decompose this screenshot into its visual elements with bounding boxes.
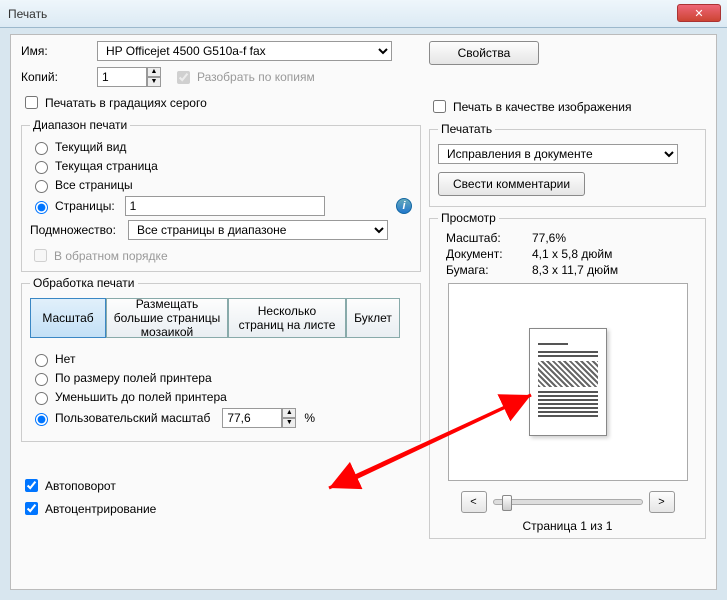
copies-input[interactable] bbox=[97, 67, 147, 87]
printwhat-group: Печатать Исправления в документе Свести … bbox=[429, 122, 706, 207]
grayscale-check[interactable] bbox=[25, 96, 38, 109]
subset-select[interactable]: Все страницы в диапазоне bbox=[128, 220, 388, 240]
autocenter-check[interactable] bbox=[25, 502, 38, 515]
collate-check: Разобрать по копиям bbox=[173, 68, 315, 87]
page-slider[interactable] bbox=[493, 499, 643, 505]
prev-page-button[interactable]: < bbox=[461, 491, 487, 513]
radio-scale-custom[interactable] bbox=[35, 413, 48, 426]
name-label: Имя: bbox=[21, 44, 91, 58]
preview-area bbox=[448, 283, 688, 481]
tab-multi[interactable]: Несколько страниц на листе bbox=[228, 298, 346, 338]
pages-input[interactable] bbox=[125, 196, 325, 216]
range-legend: Диапазон печати bbox=[30, 118, 130, 132]
tab-scale[interactable]: Масштаб bbox=[30, 298, 106, 338]
autorotate-check[interactable] bbox=[25, 479, 38, 492]
scale-up[interactable]: ▲ bbox=[282, 408, 296, 418]
subset-label: Подмножество: bbox=[30, 223, 122, 237]
page-thumbnail bbox=[529, 328, 607, 436]
grayscale-label: Печатать в градациях серого bbox=[45, 96, 207, 110]
radio-scale-none[interactable] bbox=[35, 354, 48, 367]
copies-label: Копий: bbox=[21, 70, 91, 84]
reverse-check bbox=[34, 249, 47, 262]
radio-current-page[interactable] bbox=[35, 161, 48, 174]
custom-scale-input[interactable] bbox=[222, 408, 282, 428]
handling-legend: Обработка печати bbox=[30, 276, 138, 290]
radio-pages[interactable] bbox=[35, 201, 48, 214]
properties-button[interactable]: Свойства bbox=[429, 41, 539, 65]
info-icon[interactable]: i bbox=[396, 198, 412, 214]
preview-legend: Просмотр bbox=[438, 211, 499, 225]
printwhat-legend: Печатать bbox=[438, 122, 495, 136]
tab-tile[interactable]: Размещать большие страницы мозаикой bbox=[106, 298, 228, 338]
right-column: Свойства Печать в качестве изображения П… bbox=[429, 41, 706, 543]
radio-current-view[interactable] bbox=[35, 142, 48, 155]
copies-down[interactable]: ▼ bbox=[147, 77, 161, 87]
tab-booklet[interactable]: Буклет bbox=[346, 298, 400, 338]
dialog-body: Имя: HP Officejet 4500 G510a-f fax Копий… bbox=[10, 34, 717, 590]
copies-up[interactable]: ▲ bbox=[147, 67, 161, 77]
handling-group: Обработка печати Масштаб Размещать больш… bbox=[21, 276, 421, 442]
printer-select[interactable]: HP Officejet 4500 G510a-f fax bbox=[97, 41, 392, 61]
printwhat-select[interactable]: Исправления в документе bbox=[438, 144, 678, 164]
close-button[interactable]: ✕ bbox=[677, 4, 721, 22]
next-page-button[interactable]: > bbox=[649, 491, 675, 513]
flatten-button[interactable]: Свести комментарии bbox=[438, 172, 585, 196]
radio-scale-shrink[interactable] bbox=[35, 392, 48, 405]
page-count-label: Страница 1 из 1 bbox=[438, 519, 697, 533]
radio-scale-fit[interactable] bbox=[35, 373, 48, 386]
as-image-check[interactable] bbox=[433, 100, 446, 113]
window-title: Печать bbox=[8, 7, 47, 21]
left-column: Имя: HP Officejet 4500 G510a-f fax Копий… bbox=[21, 41, 421, 518]
preview-group: Просмотр Масштаб:77,6% Документ:4,1 x 5,… bbox=[429, 211, 706, 539]
titlebar: Печать ✕ bbox=[0, 0, 727, 28]
scale-down[interactable]: ▼ bbox=[282, 418, 296, 428]
range-group: Диапазон печати Текущий вид Текущая стра… bbox=[21, 118, 421, 272]
copies-spinner[interactable]: ▲ ▼ bbox=[97, 67, 161, 87]
radio-all-pages[interactable] bbox=[35, 180, 48, 193]
